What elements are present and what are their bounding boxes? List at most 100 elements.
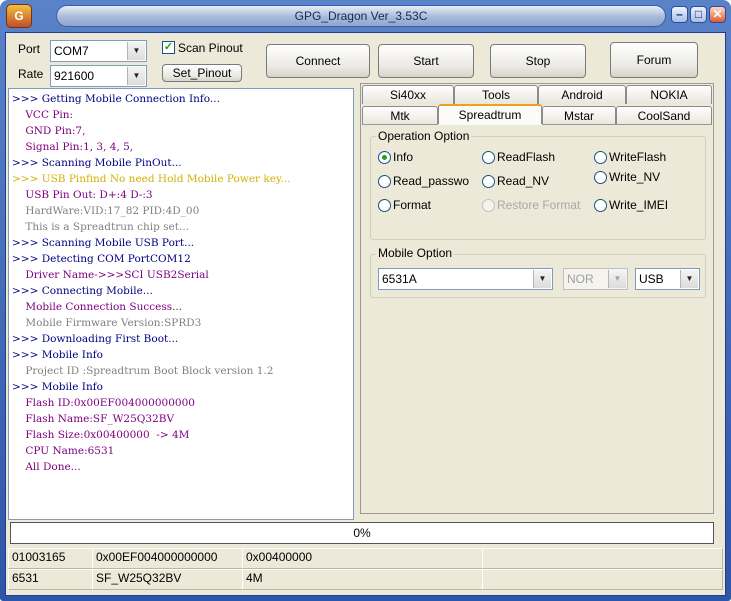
interface-select[interactable]: USB ▼ xyxy=(635,268,700,290)
write-flash-label: WriteFlash xyxy=(609,150,667,164)
status-cell xyxy=(482,548,723,569)
app-logo-icon: G xyxy=(6,4,32,28)
log-line: This is a Spreadtrun chip set... xyxy=(12,221,190,233)
read-password-radio[interactable] xyxy=(378,175,391,188)
rate-label: Rate xyxy=(18,67,44,81)
forum-button[interactable]: Forum xyxy=(610,42,698,78)
stop-button[interactable]: Stop xyxy=(490,44,586,78)
read-nv-radio[interactable] xyxy=(482,175,495,188)
read-flash-label: ReadFlash xyxy=(497,150,556,164)
log-line: >>> USB Pinfind No need Hold Mobile Powe… xyxy=(12,173,291,185)
format-label: Format xyxy=(393,198,432,212)
status-cell: 0x00400000 xyxy=(242,548,487,569)
log-line: >>> Downloading First Boot... xyxy=(12,333,179,345)
format-radio[interactable] xyxy=(378,199,391,212)
write-imei-label: Write_IMEI xyxy=(609,198,669,212)
flash-type-value: NOR xyxy=(567,272,594,286)
log-line: All Done... xyxy=(12,461,81,473)
rate-value: 921600 xyxy=(54,69,95,83)
log-line: Mobile Connection Success... xyxy=(12,301,183,313)
log-line: >>> Scanning Mobile PinOut... xyxy=(12,157,182,169)
log-line: >>> Scanning Mobile USB Port... xyxy=(12,237,195,249)
interface-value: USB xyxy=(639,272,664,286)
operation-option-title: Operation Option xyxy=(376,129,472,143)
log-line: >>> Getting Mobile Connection Info... xyxy=(12,93,220,105)
restore-format-label: Restore Format xyxy=(497,198,581,212)
connect-label: Connect xyxy=(295,54,341,68)
log-line: >>> Mobile Info xyxy=(12,381,103,393)
restore-format-radio[interactable] xyxy=(482,199,495,212)
log-output[interactable]: >>> Getting Mobile Connection Info... VC… xyxy=(8,88,354,520)
status-cell: 4M xyxy=(242,569,487,590)
title-bar[interactable]: G GPG_Dragon Ver_3.53C – □ ✕ xyxy=(0,0,731,32)
chevron-down-icon[interactable]: ▼ xyxy=(127,67,145,85)
log-line: Driver Name->>>SCI USB2Serial xyxy=(12,269,209,281)
port-select[interactable]: COM7 ▼ xyxy=(50,40,147,62)
tab-tools[interactable]: Tools xyxy=(454,85,538,104)
status-cell xyxy=(482,569,723,590)
mobile-model-value: 6531A xyxy=(382,272,417,286)
progress-text: 0% xyxy=(353,526,371,540)
log-line: VCC Pin: xyxy=(12,109,74,121)
rate-select[interactable]: 921600 ▼ xyxy=(50,65,147,87)
log-line: GND Pin:7, xyxy=(12,125,86,137)
log-line: Flash Size:0x00400000 -> 4M xyxy=(12,429,190,441)
tab-si40xx[interactable]: Si40xx xyxy=(362,85,454,104)
write-nv-label: Write_NV xyxy=(609,170,661,184)
status-row: 6531 SF_W25Q32BV 4M xyxy=(8,569,723,590)
tab-coolsand[interactable]: CoolSand xyxy=(616,106,712,125)
port-label: Port xyxy=(18,42,41,56)
scan-pinout-checkbox[interactable]: ✓ xyxy=(162,41,175,54)
tab-mtk[interactable]: Mtk xyxy=(362,106,438,125)
status-cell: 01003165 xyxy=(8,548,97,569)
log-line: USB Pin Out: D+:4 D-:3 xyxy=(12,189,153,201)
start-button[interactable]: Start xyxy=(378,44,474,78)
mobile-model-select[interactable]: 6531A ▼ xyxy=(378,268,553,290)
flash-type-select[interactable]: NOR ▼ xyxy=(563,268,628,290)
active-tab-gap xyxy=(438,124,542,125)
log-line: CPU Name:6531 xyxy=(12,445,115,457)
port-value: COM7 xyxy=(54,44,89,58)
chevron-down-icon[interactable]: ▼ xyxy=(533,270,551,288)
tab-nokia[interactable]: NOKIA xyxy=(626,85,712,104)
chevron-down-icon[interactable]: ▼ xyxy=(608,270,626,288)
log-line: Flash Name:SF_W25Q32BV xyxy=(12,413,175,425)
log-line: Signal Pin:1, 3, 4, 5, xyxy=(12,141,134,153)
read-flash-radio[interactable] xyxy=(482,151,495,164)
read-nv-label: Read_NV xyxy=(497,174,550,188)
log-line: >>> Connecting Mobile... xyxy=(12,285,153,297)
log-line: >>> Detecting COM PortCOM12 xyxy=(12,253,191,265)
write-flash-radio[interactable] xyxy=(594,151,607,164)
log-line: >>> Mobile Info xyxy=(12,349,103,361)
tab-mstar[interactable]: Mstar xyxy=(542,106,616,125)
window-title: GPG_Dragon Ver_3.53C xyxy=(56,5,666,27)
start-label: Start xyxy=(413,54,439,68)
info-label: Info xyxy=(393,150,414,164)
log-line: HardWare:VID:17_82 PID:4D_00 xyxy=(12,205,200,217)
status-row: 01003165 0x00EF004000000000 0x00400000 xyxy=(8,548,723,569)
read-password-label: Read_passwo xyxy=(393,174,470,188)
set-pinout-label: Set_Pinout xyxy=(172,66,232,80)
log-line: Project ID :Spreadtrum Boot Block versio… xyxy=(12,365,274,377)
log-line: Flash ID:0x00EF004000000000 xyxy=(12,397,195,409)
status-cell: 0x00EF004000000000 xyxy=(92,548,247,569)
minimize-icon[interactable]: – xyxy=(671,6,688,23)
tab-spreadtrum[interactable]: Spreadtrum xyxy=(438,104,542,125)
set-pinout-button[interactable]: Set_Pinout xyxy=(162,64,242,82)
maximize-icon[interactable]: □ xyxy=(690,6,707,23)
write-imei-radio[interactable] xyxy=(594,199,607,212)
tab-android[interactable]: Android xyxy=(538,85,626,104)
chevron-down-icon[interactable]: ▼ xyxy=(680,270,698,288)
mobile-option-title: Mobile Option xyxy=(376,246,455,260)
write-nv-radio[interactable] xyxy=(594,171,607,184)
info-radio[interactable] xyxy=(378,151,391,164)
stop-label: Stop xyxy=(525,54,551,68)
status-cell: 6531 xyxy=(8,569,97,590)
scan-pinout-label: Scan Pinout xyxy=(178,41,243,55)
forum-label: Forum xyxy=(636,53,672,67)
status-cell: SF_W25Q32BV xyxy=(92,569,247,590)
connect-button[interactable]: Connect xyxy=(266,44,370,78)
close-icon[interactable]: ✕ xyxy=(709,6,726,23)
progress-bar: 0% xyxy=(10,522,714,544)
chevron-down-icon[interactable]: ▼ xyxy=(127,42,145,60)
